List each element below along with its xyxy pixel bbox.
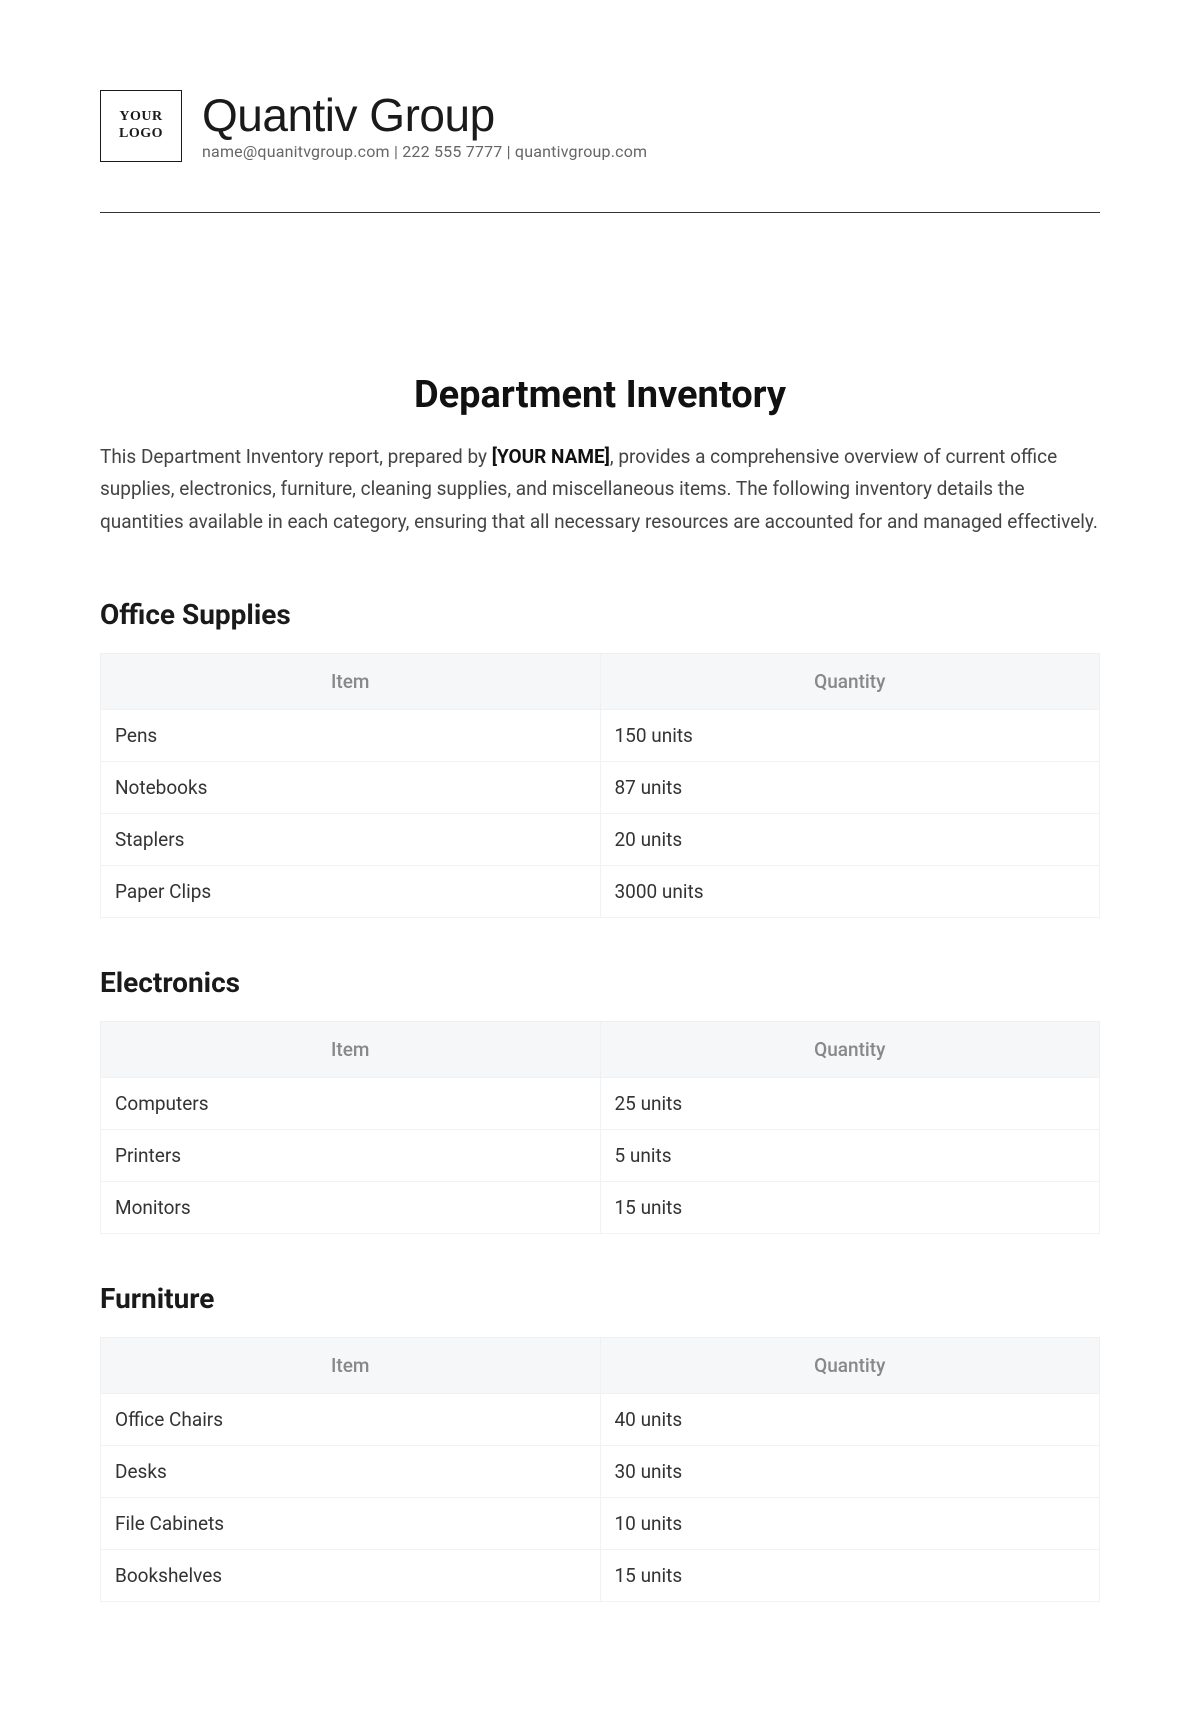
cell-item: Computers xyxy=(101,1077,601,1129)
company-name: Quantiv Group xyxy=(202,92,647,138)
cell-item: Bookshelves xyxy=(101,1549,601,1601)
cell-quantity: 30 units xyxy=(600,1445,1100,1497)
col-header-quantity: Quantity xyxy=(600,1337,1100,1393)
col-header-item: Item xyxy=(101,1337,601,1393)
table-row: File Cabinets10 units xyxy=(101,1497,1100,1549)
cell-item: Office Chairs xyxy=(101,1393,601,1445)
table-row: Desks30 units xyxy=(101,1445,1100,1497)
cell-quantity: 5 units xyxy=(600,1129,1100,1181)
inventory-section: Electronics ItemQuantityComputers25 units… xyxy=(100,966,1100,1234)
letterhead: YOUR LOGO Quantiv Group name@quanitvgrou… xyxy=(100,90,1100,213)
inventory-section: Office Supplies ItemQuantityPens150 units… xyxy=(100,598,1100,918)
logo-line-1: YOUR xyxy=(119,109,162,126)
page-title: Department Inventory xyxy=(100,373,1100,417)
table-header-row: ItemQuantity xyxy=(101,653,1100,709)
cell-quantity: 20 units xyxy=(600,813,1100,865)
author-placeholder: [YOUR NAME] xyxy=(492,445,610,468)
section-title: Furniture xyxy=(100,1282,1100,1315)
table-row: Bookshelves15 units xyxy=(101,1549,1100,1601)
cell-item: Pens xyxy=(101,709,601,761)
contact-line: name@quanitvgroup.com | 222 555 7777 | q… xyxy=(202,142,647,161)
cell-quantity: 87 units xyxy=(600,761,1100,813)
inventory-table: ItemQuantityComputers25 unitsPrinters5 u… xyxy=(100,1021,1100,1234)
table-row: Computers25 units xyxy=(101,1077,1100,1129)
table-row: Monitors15 units xyxy=(101,1181,1100,1233)
cell-item: File Cabinets xyxy=(101,1497,601,1549)
table-row: Notebooks87 units xyxy=(101,761,1100,813)
table-row: Pens150 units xyxy=(101,709,1100,761)
section-title: Office Supplies xyxy=(100,598,1100,631)
document-page: YOUR LOGO Quantiv Group name@quanitvgrou… xyxy=(0,0,1200,1710)
logo-placeholder: YOUR LOGO xyxy=(100,90,182,162)
intro-before: This Department Inventory report, prepar… xyxy=(100,445,492,468)
inventory-table: ItemQuantityPens150 unitsNotebooks87 uni… xyxy=(100,653,1100,918)
cell-quantity: 10 units xyxy=(600,1497,1100,1549)
cell-item: Monitors xyxy=(101,1181,601,1233)
cell-quantity: 150 units xyxy=(600,709,1100,761)
company-text-block: Quantiv Group name@quanitvgroup.com | 22… xyxy=(202,92,647,161)
cell-item: Notebooks xyxy=(101,761,601,813)
cell-quantity: 40 units xyxy=(600,1393,1100,1445)
table-row: Office Chairs40 units xyxy=(101,1393,1100,1445)
table-header-row: ItemQuantity xyxy=(101,1021,1100,1077)
cell-item: Printers xyxy=(101,1129,601,1181)
table-row: Printers5 units xyxy=(101,1129,1100,1181)
cell-item: Desks xyxy=(101,1445,601,1497)
cell-quantity: 25 units xyxy=(600,1077,1100,1129)
col-header-quantity: Quantity xyxy=(600,653,1100,709)
cell-item: Paper Clips xyxy=(101,865,601,917)
table-row: Staplers20 units xyxy=(101,813,1100,865)
col-header-item: Item xyxy=(101,653,601,709)
inventory-table: ItemQuantityOffice Chairs40 unitsDesks30… xyxy=(100,1337,1100,1602)
section-title: Electronics xyxy=(100,966,1100,999)
intro-paragraph: This Department Inventory report, prepar… xyxy=(100,441,1100,538)
col-header-item: Item xyxy=(101,1021,601,1077)
cell-quantity: 15 units xyxy=(600,1549,1100,1601)
cell-quantity: 15 units xyxy=(600,1181,1100,1233)
table-row: Paper Clips3000 units xyxy=(101,865,1100,917)
cell-quantity: 3000 units xyxy=(600,865,1100,917)
table-header-row: ItemQuantity xyxy=(101,1337,1100,1393)
col-header-quantity: Quantity xyxy=(600,1021,1100,1077)
logo-line-2: LOGO xyxy=(119,126,163,143)
sections-container: Office SuppliesItemQuantityPens150 units… xyxy=(100,598,1100,1602)
inventory-section: Furniture ItemQuantityOffice Chairs40 uni… xyxy=(100,1282,1100,1602)
cell-item: Staplers xyxy=(101,813,601,865)
